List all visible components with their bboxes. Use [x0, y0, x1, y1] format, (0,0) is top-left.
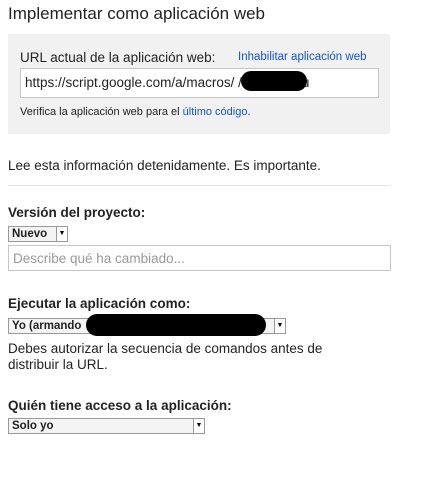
dialog-title: Implementar como aplicación web — [8, 4, 266, 23]
access-label: Quién tiene acceso a la aplicación: — [8, 398, 232, 413]
access-value: Solo yo — [12, 420, 54, 432]
disable-webapp-link[interactable]: Inhabilitar aplicación web — [238, 51, 367, 63]
verify-prefix: Verifica la aplicación web para el — [20, 106, 183, 118]
chevron-down-icon: ▼ — [56, 227, 67, 241]
access-select[interactable]: Solo yo ▼ — [8, 418, 205, 434]
url-panel: URL actual de la aplicación web: Inhabil… — [8, 34, 390, 134]
execute-as-label: Ejecutar la aplicación como: — [8, 296, 191, 311]
verify-text: Verifica la aplicación web para el últim… — [20, 106, 251, 118]
project-version-select[interactable]: Nuevo ▼ — [8, 226, 68, 242]
divider — [8, 185, 390, 186]
info-text: Lee esta información detenidamente. Es i… — [8, 158, 321, 173]
redaction-mark — [86, 314, 266, 336]
url-field[interactable]: https://script.google.com/a/macros/ /s/A… — [20, 68, 379, 98]
chevron-down-icon: ▼ — [274, 319, 285, 333]
authorization-note: Debes autorizar la secuencia de comandos… — [8, 341, 323, 372]
chevron-down-icon: ▼ — [193, 419, 204, 433]
version-description-input[interactable] — [8, 245, 391, 271]
project-version-value: Nuevo — [12, 228, 48, 240]
latest-code-link[interactable]: último código — [183, 106, 248, 118]
verify-suffix: . — [247, 106, 251, 118]
project-version-label: Versión del proyecto: — [8, 205, 146, 220]
url-label: URL actual de la aplicación web: — [20, 50, 216, 65]
execute-as-value: Yo (armando — [12, 320, 82, 332]
redaction-mark — [241, 71, 307, 91]
